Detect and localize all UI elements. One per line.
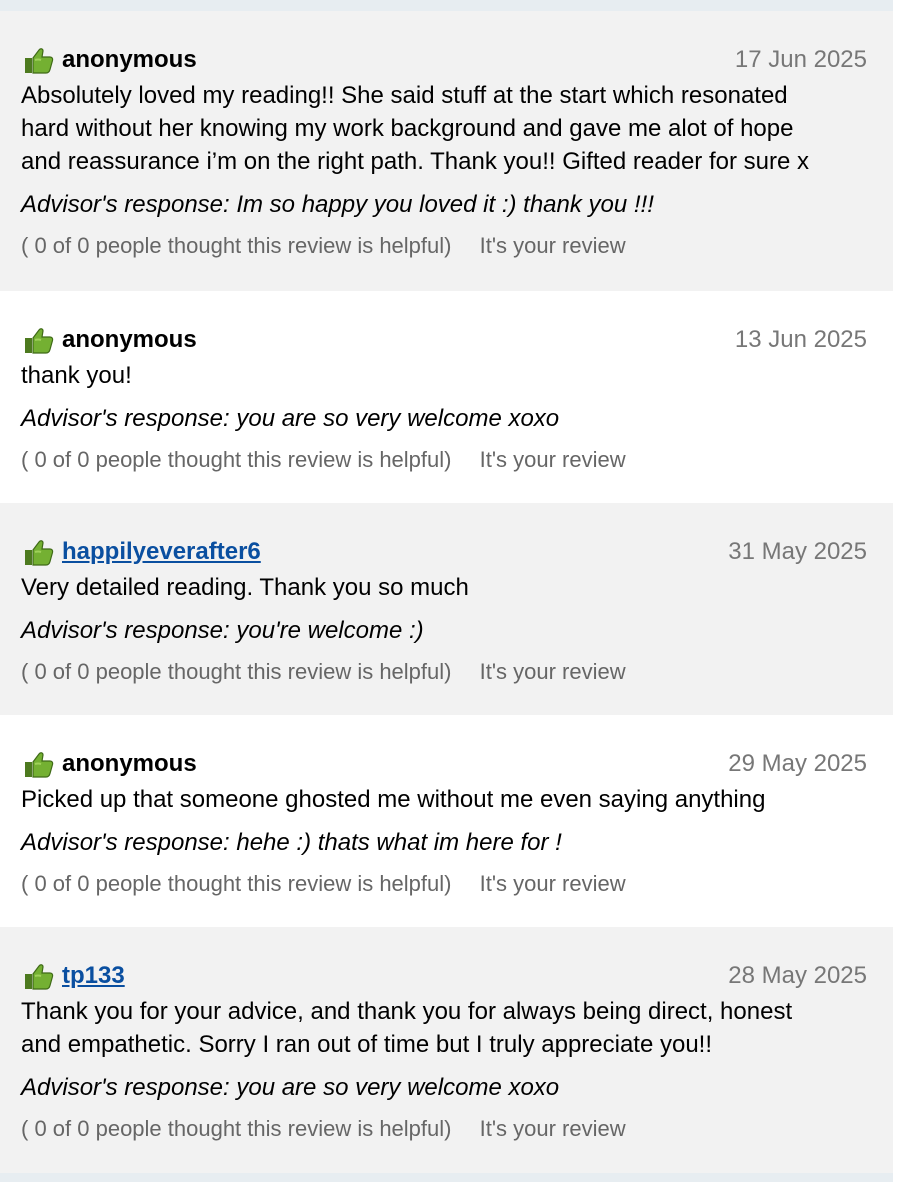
review-text: Absolutely loved my reading!! She said s… [21,82,809,175]
thumbs-up-icon [25,752,54,778]
advisor-response: Advisor's response: hehe :) thats what i… [21,829,562,856]
reviews-page: anonymous 17 Jun 2025 Absolutely loved m… [0,0,893,1182]
own-review-label: It's your review [479,447,626,472]
review-item: anonymous 17 Jun 2025 Absolutely loved m… [0,11,893,291]
own-review-label: It's your review [479,1116,626,1141]
review-date: 28 May 2025 [728,962,867,989]
thumbs-up-icon [25,540,54,566]
advisor-response: Advisor's response: you're welcome :) [21,617,424,644]
review-meta: ( 0 of 0 people thought this review is h… [21,445,867,475]
reviewer-name: anonymous [62,326,197,353]
helpful-count: ( 0 of 0 people thought this review is h… [21,447,452,472]
review-date: 13 Jun 2025 [734,326,867,353]
own-review-label: It's your review [479,871,626,896]
review-header: anonymous 13 Jun 2025 [21,323,867,359]
review-header: tp133 28 May 2025 [21,959,867,995]
own-review-label: It's your review [479,659,626,684]
review-item: anonymous 29 May 2025 Picked up that som… [0,715,893,927]
helpful-count: ( 0 of 0 people thought this review is h… [21,659,452,684]
review-header: happilyeverafter6 31 May 2025 [21,535,867,571]
review-meta: ( 0 of 0 people thought this review is h… [21,657,867,687]
helpful-count: ( 0 of 0 people thought this review is h… [21,233,452,258]
advisor-response: Advisor's response: you are so very welc… [21,405,560,432]
review-text: Picked up that someone ghosted me withou… [21,786,766,813]
review-header: anonymous 29 May 2025 [21,747,867,783]
reviewer-name: anonymous [62,750,197,777]
advisor-response: Advisor's response: Im so happy you love… [21,191,654,218]
review-text: thank you! [21,362,132,389]
review-date: 29 May 2025 [728,750,867,777]
review-text: Very detailed reading. Thank you so much [21,574,469,601]
review-meta: ( 0 of 0 people thought this review is h… [21,231,867,261]
review-header: anonymous 17 Jun 2025 [21,43,867,79]
helpful-count: ( 0 of 0 people thought this review is h… [21,1116,452,1141]
review-date: 17 Jun 2025 [734,46,867,73]
advisor-response: Advisor's response: you are so very welc… [21,1074,560,1101]
top-divider [0,0,893,11]
bottom-divider [0,1173,893,1182]
review-date: 31 May 2025 [728,538,867,565]
review-meta: ( 0 of 0 people thought this review is h… [21,1114,867,1144]
helpful-count: ( 0 of 0 people thought this review is h… [21,871,452,896]
reviewer-name-link[interactable]: happilyeverafter6 [62,535,261,569]
review-item: happilyeverafter6 31 May 2025 Very detai… [0,503,893,715]
review-item: tp133 28 May 2025 Thank you for your adv… [0,927,893,1173]
reviewer-name-link[interactable]: tp133 [62,959,125,993]
review-item: anonymous 13 Jun 2025 thank you! Advisor… [0,291,893,503]
own-review-label: It's your review [479,233,626,258]
review-meta: ( 0 of 0 people thought this review is h… [21,869,867,899]
thumbs-up-icon [25,48,54,74]
reviewer-name: anonymous [62,46,197,73]
thumbs-up-icon [25,328,54,354]
review-text: Thank you for your advice, and thank you… [21,998,793,1058]
thumbs-up-icon [25,964,54,990]
